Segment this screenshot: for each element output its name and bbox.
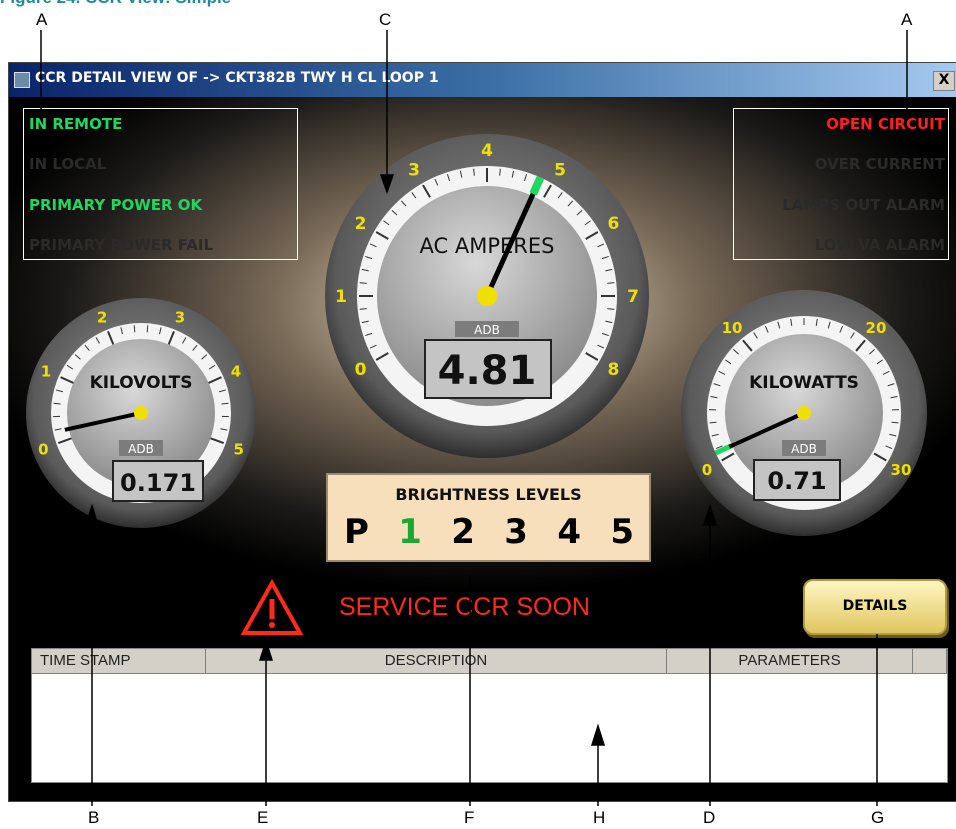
service-alert-text: SERVICE CCR SOON (339, 593, 590, 621)
amperes-hub (477, 286, 497, 306)
kilovolts-label: KILOVOLTS (90, 373, 193, 393)
callout-g: G (871, 808, 885, 827)
callout-c: C (379, 10, 392, 29)
amperes-tick-label: 7 (627, 287, 639, 307)
callout-f: F (464, 808, 475, 827)
amperes-tick-label: 3 (408, 161, 420, 181)
amperes-tick-label: 4 (481, 141, 493, 161)
event-log-table: TIME STAMP DESCRIPTION PARAMETERS (31, 648, 948, 783)
kilovolts-tick-label: 1 (41, 363, 51, 381)
warning-icon (240, 578, 304, 635)
amperes-tick-label: 0 (355, 360, 367, 380)
kilovolts-tick (133, 325, 136, 333)
kilovolts-tick-label: 5 (234, 441, 244, 459)
brightness-label: BRIGHTNESS LEVELS (395, 485, 582, 504)
kilovolts-hub (134, 406, 148, 420)
kilowatts-tick-label: 0 (702, 461, 712, 479)
kilovolts-tick-label: 3 (175, 309, 185, 327)
figure-title: Figure 24. CCR View: Simple (0, 0, 231, 8)
brightness-levels-panel: BRIGHTNESS LEVELS P 1 2 3 4 5 (326, 473, 651, 562)
brightness-level-4[interactable]: 4 (557, 512, 581, 552)
kilovolts-tick-label: 0 (38, 441, 48, 459)
column-header-description[interactable]: DESCRIPTION (206, 649, 667, 674)
brightness-level-2[interactable]: 2 (451, 512, 475, 552)
callout-h: H (593, 808, 606, 827)
callout-b: B (88, 808, 100, 827)
brightness-level-3[interactable]: 3 (504, 512, 528, 552)
amperes-tick-label: 2 (355, 214, 367, 234)
kilowatts-tick-label: 30 (891, 461, 912, 479)
amperes-label: AC AMPERES (420, 234, 555, 258)
amperes-tick-label: 8 (608, 360, 620, 380)
kilovolts-tick-label: 4 (231, 363, 241, 381)
callout-a-left: A (36, 10, 48, 29)
kilowatts-label: KILOWATTS (749, 373, 859, 393)
brightness-level-list: P 1 2 3 4 5 (344, 512, 634, 552)
column-header-extra[interactable] (913, 649, 947, 674)
kilovolts-tick-label: 2 (97, 309, 107, 327)
kilovolts-readout: 0.171 (120, 469, 196, 497)
kilowatts-tick-label: 10 (722, 319, 743, 337)
ccr-detail-window: CCR DETAIL VIEW OF -> CKT382B TWY H CL L… (8, 62, 956, 802)
amperes-adb: ADB (474, 323, 500, 337)
amperes-tick-label: 5 (554, 161, 566, 181)
kilovolts-gauge: 0 1 2 3 4 5 KILOVOLTS ADB 0.171 (26, 298, 256, 528)
kilowatts-tick-label: 20 (866, 319, 887, 337)
kilovolts-adb: ADB (128, 442, 154, 456)
callout-a-right: A (901, 10, 913, 29)
kilowatts-hub (797, 406, 811, 420)
amperes-readout: 4.81 (438, 348, 537, 394)
kilowatts-gauge: 0 10 20 30 KILOWATTS ADB 0.71 (681, 290, 927, 536)
column-header-time-stamp[interactable]: TIME STAMP (32, 649, 206, 674)
kilovolts-tick (146, 325, 149, 333)
amperes-gauge: 0 1 2 3 4 5 6 7 8 AC AMPERES ADB 4.81 (325, 134, 649, 458)
details-button[interactable]: DETAILS (803, 579, 947, 635)
amperes-tick-label: 1 (335, 287, 347, 307)
kilowatts-readout: 0.71 (767, 467, 826, 495)
amperes-tick-label: 6 (608, 214, 620, 234)
kilowatts-adb: ADB (791, 442, 817, 456)
callout-e: E (257, 808, 269, 827)
callout-d: D (703, 808, 716, 827)
brightness-level-1[interactable]: 1 (398, 512, 422, 552)
brightness-level-5[interactable]: 5 (610, 512, 634, 552)
event-log-body[interactable] (32, 674, 947, 782)
brightness-level-p[interactable]: P (344, 512, 369, 552)
column-header-parameters[interactable]: PARAMETERS (667, 649, 913, 674)
